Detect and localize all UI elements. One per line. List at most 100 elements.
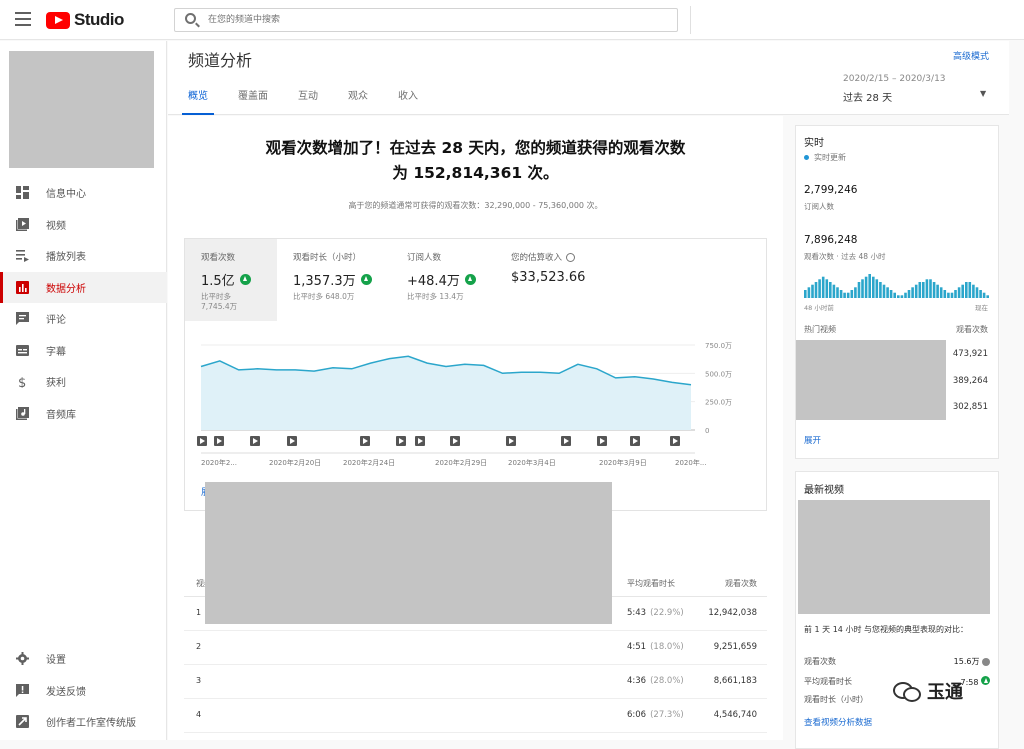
- studio-logo[interactable]: Studio: [46, 10, 124, 30]
- sidebar-item-dashboard[interactable]: 信息中心: [0, 177, 167, 209]
- table-row[interactable]: 4 6:06 (27.3%) 4,546,740: [184, 699, 767, 733]
- search-icon[interactable]: [185, 13, 196, 24]
- tab-audience[interactable]: 观众: [348, 87, 368, 115]
- info-icon: [566, 253, 576, 262]
- bars-right-label: 现在: [975, 304, 988, 312]
- advanced-mode-link[interactable]: 高级模式: [953, 49, 989, 62]
- channel-avatar[interactable]: [9, 51, 154, 168]
- realtime-bar: [943, 290, 947, 298]
- sidebar-item-monetization[interactable]: $ 获利: [0, 366, 167, 398]
- metric-value: 1,357.3万: [293, 270, 391, 289]
- realtime-bar: [982, 292, 986, 298]
- realtime-bar: [929, 279, 932, 298]
- sidebar-item-label: 播放列表: [46, 252, 86, 264]
- row-views: 9,251,659: [713, 642, 757, 652]
- date-range[interactable]: 2020/2/15 – 2020/3/13: [843, 74, 946, 84]
- metric-comparison: 比平时多 13.4万: [407, 292, 464, 301]
- video-marker-icon[interactable]: [214, 436, 224, 446]
- realtime-bar: [965, 282, 968, 298]
- latest-video-thumbnail[interactable]: [798, 500, 990, 614]
- chevron-down-icon[interactable]: ▼: [980, 89, 986, 98]
- sidebar-item-analytics[interactable]: 数据分析: [0, 271, 167, 303]
- realtime-expand-button[interactable]: 展开: [804, 434, 821, 446]
- table-row[interactable]: 3 4:36 (28.0%) 8,661,183: [184, 665, 767, 699]
- metric-revenue[interactable]: 您的估算收入 $33,523.66: [495, 239, 625, 321]
- sidebar-item-audio-library[interactable]: 音频库: [0, 398, 167, 430]
- x-tick-label: 2020年3月9日: [599, 458, 647, 467]
- realtime-card: 实时 实时更新 2,799,246 订阅人数 7,896,248 观看次数 · …: [795, 125, 999, 459]
- overview-subnote: 高于您的频道通常可获得的观看次数：32,290,000 - 75,360,000…: [348, 201, 603, 210]
- video-marker-icon[interactable]: [396, 436, 406, 446]
- realtime-bar: [986, 295, 989, 298]
- realtime-bar: [829, 282, 832, 298]
- sidebar-item-label: 视频: [46, 220, 66, 232]
- sidebar-item-subtitles[interactable]: 字幕: [0, 335, 167, 367]
- metric-subscribers[interactable]: 订阅人数 +48.4万 比平时多 13.4万: [391, 239, 495, 321]
- live-dot-icon: [804, 155, 809, 160]
- sidebar-item-comments[interactable]: 评论: [0, 303, 167, 335]
- sidebar-nav: 信息中心 视频 播放列表 数据分析 评论 字幕 $ 获利 音频库: [0, 177, 167, 429]
- video-marker-icon[interactable]: [561, 436, 571, 446]
- views-chart: 750.0万 500.0万 250.0万 0 2020年2... 2020年2月20日 20…: [185, 335, 768, 475]
- avd-value: 4:51: [627, 642, 647, 652]
- view-video-analytics-link[interactable]: 查看视频分析数据: [804, 716, 872, 728]
- comment-icon: [16, 312, 29, 326]
- search-input[interactable]: [208, 12, 658, 28]
- tab-engagement[interactable]: 互动: [298, 87, 318, 115]
- metric-value: $33,523.66: [511, 270, 586, 285]
- sidebar-item-feedback[interactable]: 发送反馈: [0, 675, 167, 707]
- search-box[interactable]: [174, 8, 678, 32]
- popular-videos-label: 热门视频: [804, 325, 836, 334]
- sidebar-item-label: 评论: [46, 315, 66, 327]
- stat-label: 观看时长（小时）: [804, 695, 868, 704]
- metric-watch-time[interactable]: 观看时长（小时） 1,357.3万 比平时多 648.0万: [277, 239, 391, 321]
- tab-reach[interactable]: 覆盖面: [238, 87, 268, 115]
- date-range-label[interactable]: 过去 28 天: [843, 89, 892, 104]
- realtime-bar: [947, 292, 950, 298]
- video-icon: [16, 217, 29, 231]
- table-row[interactable]: 2 4:51 (18.0%) 9,251,659: [184, 631, 767, 665]
- realtime-live: 实时更新: [804, 152, 846, 163]
- video-marker-icon[interactable]: [506, 436, 516, 446]
- metric-label: 观看次数: [201, 253, 236, 263]
- video-marker-icon[interactable]: [670, 436, 680, 446]
- metric-value-text: 1,357.3万: [293, 274, 356, 289]
- col-views[interactable]: 观看次数: [725, 578, 757, 589]
- realtime-bar: [879, 282, 882, 298]
- sidebar-item-playlists[interactable]: 播放列表: [0, 240, 167, 272]
- metric-label: 观看时长（小时）: [293, 253, 362, 263]
- video-marker-icon[interactable]: [415, 436, 425, 446]
- sidebar-item-classic-studio[interactable]: 创作者工作室传统版: [0, 706, 167, 738]
- metric-views[interactable]: 观看次数 1.5亿 比平时多 7,745.4万: [185, 239, 277, 321]
- sidebar-item-settings[interactable]: 设置: [0, 643, 167, 675]
- realtime-bar: [954, 290, 957, 298]
- metric-value-text: +48.4万: [407, 274, 460, 289]
- realtime-bar: [821, 276, 825, 298]
- video-marker-icon[interactable]: [287, 436, 297, 446]
- realtime-bar: [900, 295, 904, 298]
- video-marker-icon[interactable]: [197, 436, 207, 446]
- dollar-icon: $: [16, 375, 29, 391]
- sidebar-item-videos[interactable]: 视频: [0, 209, 167, 241]
- row-rank: 2: [196, 642, 202, 651]
- video-marker-icon[interactable]: [630, 436, 640, 446]
- video-marker-icon[interactable]: [450, 436, 460, 446]
- overview-panel: 观看次数增加了！在过去 28 天内，您的频道获得的观看次数 为 152,814,…: [168, 116, 783, 740]
- row-rank: 4: [196, 710, 202, 719]
- video-marker-icon[interactable]: [597, 436, 607, 446]
- col-avg-duration[interactable]: 平均观看时长: [627, 578, 675, 589]
- realtime-bar: [882, 284, 886, 298]
- row-avg-duration: 4:36 (28.0%): [627, 676, 684, 686]
- sidebar: 信息中心 视频 播放列表 数据分析 评论 字幕 $ 获利 音频库 设置 发送反馈…: [0, 41, 167, 740]
- realtime-bar: [893, 292, 896, 298]
- stat-value-text: 15.6万: [953, 657, 980, 666]
- realtime-bar: [968, 282, 972, 298]
- popular-value: 389,264: [952, 376, 988, 386]
- hamburger-menu-icon[interactable]: [15, 12, 31, 26]
- realtime-bar: [804, 290, 807, 298]
- tab-overview[interactable]: 概览: [182, 87, 214, 115]
- tab-revenue[interactable]: 收入: [398, 87, 418, 115]
- youtube-logo-icon: [46, 11, 70, 29]
- video-marker-icon[interactable]: [360, 436, 370, 446]
- video-marker-icon[interactable]: [250, 436, 260, 446]
